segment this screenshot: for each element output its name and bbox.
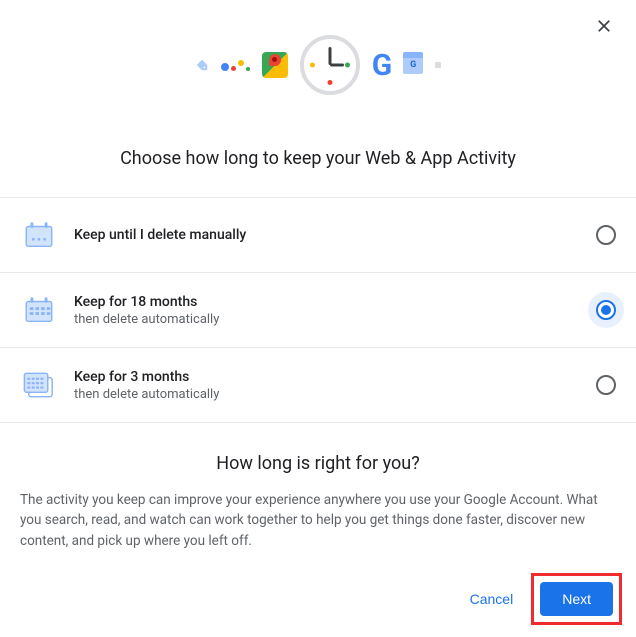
retention-options: Keep until I delete manually Keep for 18… [0, 197, 636, 423]
radio-unselected[interactable] [596, 225, 616, 245]
assistant-icon [221, 60, 250, 71]
option-subtitle: then delete automatically [74, 387, 580, 402]
hero-illustration: G [0, 0, 636, 130]
radio-selected[interactable] [596, 300, 616, 320]
option-keep-18-months[interactable]: Keep for 18 months then delete automatic… [0, 273, 636, 348]
option-text: Keep until I delete manually [74, 227, 580, 243]
next-button[interactable]: Next [540, 582, 613, 616]
option-title: Keep for 18 months [74, 294, 580, 310]
cancel-button[interactable]: Cancel [452, 583, 532, 615]
tag-icon [195, 58, 209, 72]
maps-icon [262, 52, 288, 78]
option-text: Keep for 18 months then delete automatic… [74, 294, 580, 327]
google-g-icon: G [372, 48, 391, 83]
option-subtitle: then delete automatically [74, 312, 580, 327]
close-icon[interactable] [590, 12, 618, 40]
calendar-stack-icon [20, 366, 58, 404]
radio-unselected[interactable] [596, 375, 616, 395]
x-icon [595, 17, 613, 35]
calendar-single-icon [20, 291, 58, 329]
shopping-icon [403, 56, 423, 74]
misc-icon [435, 62, 441, 68]
next-highlight: Next [531, 573, 622, 625]
dialog-actions: Cancel Next [0, 567, 636, 637]
option-text: Keep for 3 months then delete automatica… [74, 369, 580, 402]
option-keep-manual[interactable]: Keep until I delete manually [0, 198, 636, 273]
clock-icon [300, 35, 360, 95]
info-section: How long is right for you? The activity … [0, 423, 636, 567]
dialog-title: Choose how long to keep your Web & App A… [0, 130, 636, 197]
option-title: Keep for 3 months [74, 369, 580, 385]
info-title: How long is right for you? [20, 453, 616, 474]
option-keep-3-months[interactable]: Keep for 3 months then delete automatica… [0, 348, 636, 423]
calendar-dots-icon [20, 216, 58, 254]
option-title: Keep until I delete manually [74, 227, 580, 243]
info-body: The activity you keep can improve your e… [20, 490, 616, 551]
